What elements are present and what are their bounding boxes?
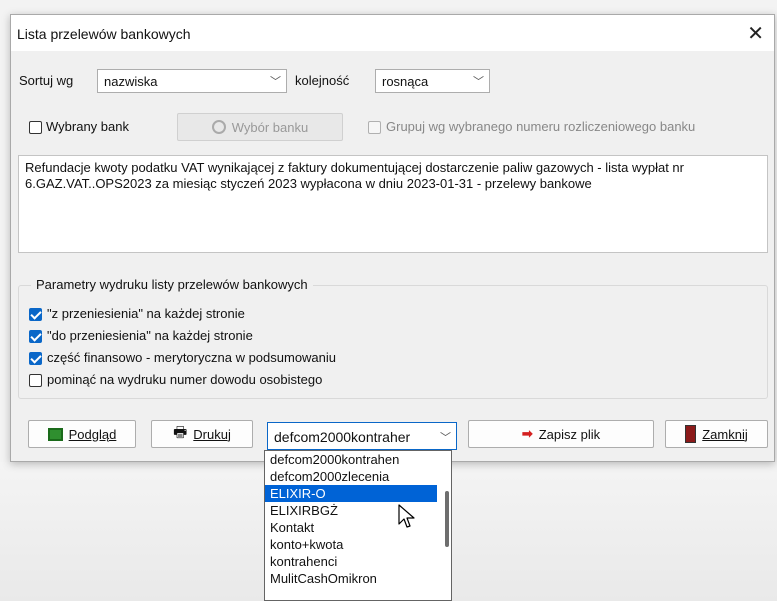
save-arrow-icon: ➡ [521,426,533,441]
chevron-down-icon: ﹀ [473,76,484,88]
sort-label: Sortuj wg [19,73,74,88]
save-file-label: Zapisz plik [538,426,601,442]
dropdown-option[interactable]: defcom2000zlecenia [265,468,451,485]
carry-from-label: "z przeniesienia" na każdej stronie [47,306,245,321]
export-format-select[interactable]: defcom2000kontraher ﹀ [267,422,457,450]
order-label: kolejność [295,73,350,88]
print-label: Drukuj [193,426,231,442]
save-file-button[interactable]: ➡ Zapisz plik [468,420,654,448]
print-button[interactable]: 🖶 Drukuj [151,420,253,448]
preview-button[interactable]: Podgląd [28,420,136,448]
monitor-icon [47,427,63,441]
group-by-bank-checkbox[interactable] [368,121,381,134]
disc-icon [211,120,226,134]
financial-part-label: część finansowo - merytoryczna w podsumo… [47,350,337,365]
carry-to-checkbox[interactable] [29,330,42,343]
mouse-cursor-icon [398,504,415,528]
carry-from-checkbox[interactable] [29,308,42,321]
preview-label: Podgląd [68,426,117,442]
selected-bank-label: Wybrany bank [46,119,129,134]
dropdown-scrollbar[interactable] [445,491,449,547]
title-bar: Lista przelewów bankowych ✕ [11,15,774,51]
dropdown-option-selected[interactable]: ELIXIR-O [265,485,437,502]
close-icon[interactable]: ✕ [747,21,764,46]
export-format-value: defcom2000kontraher [274,429,411,445]
close-label: Zamknij [702,426,748,442]
dropdown-option[interactable]: konto+kwota [265,536,451,553]
selected-bank-checkbox[interactable] [29,121,42,134]
choose-bank-button[interactable]: Wybór banku [177,113,343,141]
chevron-down-icon: ﹀ [440,432,451,444]
choose-bank-label: Wybór banku [231,119,309,135]
close-button[interactable]: Zamknij [665,420,768,448]
sort-by-select[interactable]: nazwiska ﹀ [97,69,287,93]
door-icon [685,425,697,443]
dropdown-option[interactable]: ELIXIRBGŻ [265,502,451,519]
omit-id-checkbox[interactable] [29,374,42,387]
order-select[interactable]: rosnąca ﹀ [375,69,490,93]
omit-id-label: pominąć na wydruku numer dowodu osobiste… [47,372,323,387]
dropdown-option[interactable]: MulitCashOmikron [265,570,451,587]
export-format-dropdown: defcom2000kontrahen defcom2000zlecenia E… [264,450,452,601]
sort-by-value: nazwiska [104,74,158,89]
carry-to-label: "do przeniesienia" na każdej stronie [47,328,253,343]
dropdown-option[interactable]: Kontakt [265,519,451,536]
dialog-title: Lista przelewów bankowych [17,26,191,42]
financial-part-checkbox[interactable] [29,352,42,365]
group-by-bank-label: Grupuj wg wybranego numeru rozliczeniowe… [386,119,696,134]
description-textarea[interactable]: Refundacje kwoty podatku VAT wynikającej… [18,155,768,253]
dropdown-option[interactable]: kontrahenci [265,553,451,570]
chevron-down-icon: ﹀ [270,76,281,88]
dropdown-option[interactable]: defcom2000kontrahen [265,451,451,468]
order-value: rosnąca [382,74,429,89]
printer-icon: 🖶 [173,423,188,441]
bank-transfers-dialog: Lista przelewów bankowych ✕ Sortuj wg na… [10,14,775,462]
print-params-title: Parametry wydruku listy przelewów bankow… [31,277,313,292]
